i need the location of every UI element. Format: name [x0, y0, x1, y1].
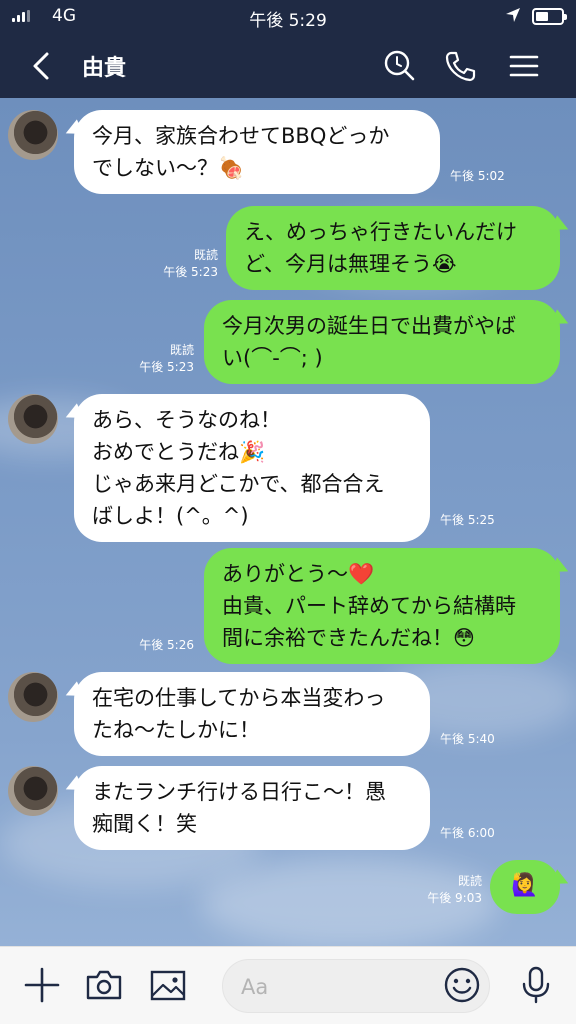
status-bar: 4G 午後 5:29	[0, 0, 576, 34]
outgoing-message[interactable]: 🙋‍♀️	[490, 860, 560, 914]
chat-nav: 由貴	[0, 34, 576, 98]
image-icon[interactable]	[148, 965, 188, 1005]
message-composer	[0, 946, 576, 1024]
read-receipt: 既読	[193, 248, 218, 262]
message-time: 午後 5:02	[450, 169, 505, 183]
message-time: 午後 5:26	[139, 638, 194, 652]
contact-avatar[interactable]	[8, 394, 58, 444]
outgoing-message[interactable]: え、めっちゃ行きたいんだけ ど、今月は無理そう😭	[226, 206, 560, 290]
message-time: 午後 5:25	[440, 513, 495, 527]
outgoing-message[interactable]: 今月次男の誕生日で出費がやば い(⌒-⌒; )	[204, 300, 560, 384]
message-time: 午後 6:00	[440, 826, 495, 840]
outgoing-message[interactable]: ありがとう〜❤️ 由貴、パート辞めてから結構時 間に余裕できたんだね！😳	[204, 548, 560, 664]
contact-avatar[interactable]	[8, 110, 58, 160]
header-bar: 4G 午後 5:29 由貴	[0, 0, 576, 98]
contact-avatar[interactable]	[8, 672, 58, 722]
emoji-icon[interactable]	[442, 965, 482, 1005]
message-time: 午後 5:40	[440, 732, 495, 746]
search-icon[interactable]	[382, 48, 418, 84]
battery-icon	[532, 8, 567, 25]
read-receipt: 既読	[169, 343, 194, 357]
chat-area[interactable]: 今月、家族合わせてBBQどっか でしない〜？🍖 午後 5:02 既読 午後 5:…	[0, 98, 576, 946]
back-arrow-icon[interactable]	[22, 46, 62, 86]
phone-icon[interactable]	[442, 48, 478, 84]
location-arrow-icon	[506, 8, 520, 22]
camera-icon[interactable]	[84, 965, 124, 1005]
microphone-icon[interactable]	[516, 965, 556, 1005]
status-time: 午後 5:29	[249, 11, 327, 31]
read-receipt: 既読	[457, 874, 482, 888]
incoming-message[interactable]: 今月、家族合わせてBBQどっか でしない〜？🍖	[74, 110, 440, 194]
menu-icon[interactable]	[506, 48, 542, 84]
plus-icon[interactable]	[22, 965, 62, 1005]
message-time: 午後 5:23	[163, 265, 218, 279]
message-time: 午後 9:03	[427, 891, 482, 905]
message-time: 午後 5:23	[139, 360, 194, 374]
incoming-message[interactable]: またランチ行ける日行こ〜！愚 痴聞く！笑	[74, 766, 430, 850]
incoming-message[interactable]: 在宅の仕事してから本当変わっ たね〜たしかに！	[74, 672, 430, 756]
contact-name: 由貴	[82, 56, 127, 81]
incoming-message[interactable]: あら、そうなのね！ おめでとうだね🎉 じゃあ来月どこかで、都合合え ばしよ！(^…	[74, 394, 430, 542]
contact-avatar[interactable]	[8, 766, 58, 816]
message-input[interactable]	[241, 972, 441, 1002]
